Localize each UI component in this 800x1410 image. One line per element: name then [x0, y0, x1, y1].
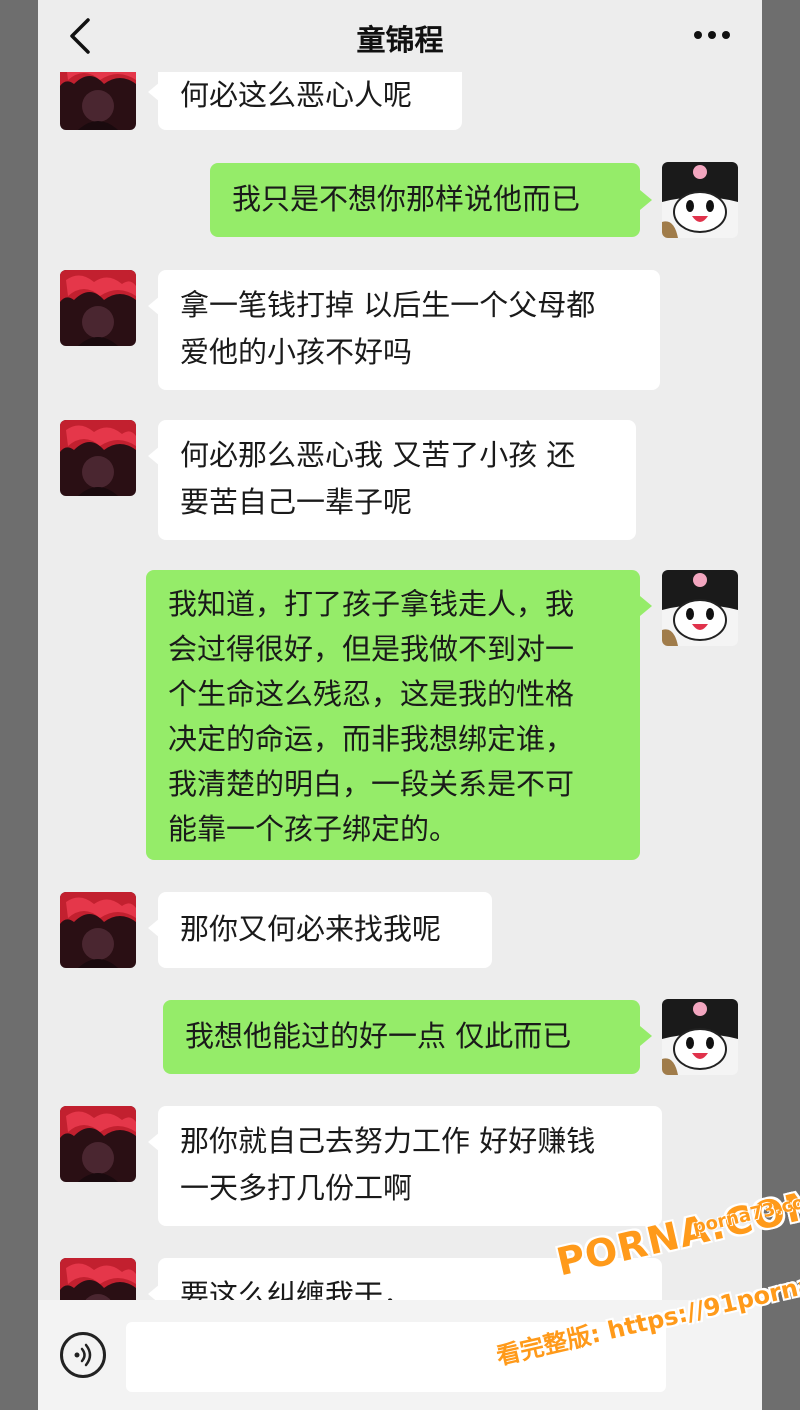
contact-avatar[interactable] — [60, 420, 136, 496]
message-bubble-incoming[interactable]: 拿一笔钱打掉 以后生一个父母都 爱他的小孩不好吗 — [158, 270, 660, 390]
message-bubble-outgoing[interactable]: 我知道，打了孩子拿钱走人，我 会过得很好，但是我做不到对一 个生命这么残忍，这是… — [146, 570, 640, 860]
message-bubble-incoming[interactable]: 何必那么恶心我 又苦了小孩 还 要苦自己一辈子呢 — [158, 420, 636, 540]
contact-avatar[interactable] — [60, 270, 136, 346]
contact-avatar[interactable] — [60, 1106, 136, 1182]
voice-wave-icon — [74, 1343, 92, 1367]
chat-header: 童锦程 — [38, 0, 762, 72]
contact-avatar[interactable] — [60, 892, 136, 968]
message-bubble-incoming[interactable]: 那你又何必来找我呢 — [158, 892, 492, 968]
my-avatar[interactable] — [662, 162, 738, 238]
voice-input-button[interactable] — [60, 1332, 106, 1378]
message-bubble-incoming[interactable]: 那你就自己去努力工作 好好赚钱 一天多打几份工啊 — [158, 1106, 662, 1226]
chat-title: 童锦程 — [356, 23, 444, 57]
message-bubble-outgoing[interactable]: 我只是不想你那样说他而已 — [210, 163, 640, 237]
my-avatar[interactable] — [662, 570, 738, 646]
message-bubble-incoming[interactable]: 何必这么恶心人呢 — [158, 62, 462, 130]
my-avatar[interactable] — [662, 999, 738, 1075]
more-options-icon[interactable] — [690, 22, 734, 48]
message-bubble-outgoing[interactable]: 我想他能过的好一点 仅此而已 — [163, 1000, 640, 1074]
